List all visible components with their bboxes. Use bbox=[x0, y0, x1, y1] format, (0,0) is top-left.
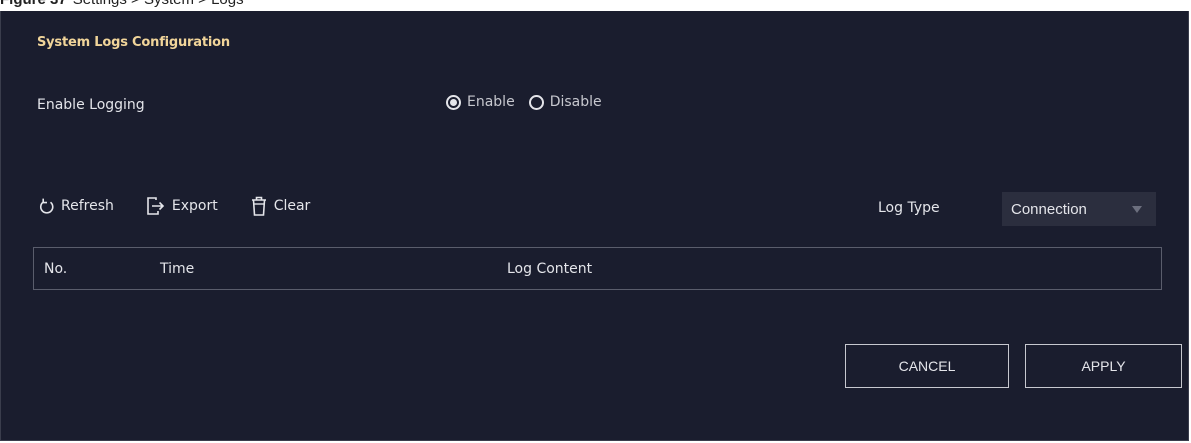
enable-radio-label[interactable]: Enable bbox=[467, 94, 515, 110]
column-header-time: Time bbox=[160, 261, 195, 277]
clear-button[interactable]: Clear bbox=[250, 196, 311, 216]
enable-radio[interactable] bbox=[446, 94, 461, 110]
clear-label: Clear bbox=[273, 198, 311, 214]
chevron-down-icon bbox=[1132, 206, 1142, 213]
system-logs-panel: System Logs Configuration Enable Logging… bbox=[0, 11, 1189, 441]
log-type-label: Log Type bbox=[878, 200, 940, 216]
disable-radio[interactable] bbox=[528, 94, 544, 110]
figure-caption: Figure 37 Settings > System > Logs bbox=[0, 0, 244, 11]
log-toolbar: Refresh Export Clear bbox=[39, 196, 342, 216]
column-header-no: No. bbox=[44, 261, 68, 277]
trash-icon bbox=[250, 196, 268, 216]
figure-caption-label: Figure 37 bbox=[0, 0, 67, 8]
export-label: Export bbox=[171, 198, 218, 214]
refresh-label: Refresh bbox=[61, 198, 114, 214]
cancel-button[interactable]: CANCEL bbox=[845, 344, 1009, 388]
refresh-icon bbox=[39, 197, 55, 215]
column-header-log-content: Log Content bbox=[507, 261, 593, 277]
log-table-header: No. Time Log Content bbox=[33, 247, 1162, 290]
apply-button[interactable]: APPLY bbox=[1025, 344, 1182, 388]
export-button[interactable]: Export bbox=[146, 197, 218, 215]
figure-caption-text: Settings > System > Logs bbox=[73, 0, 244, 8]
export-icon bbox=[146, 197, 166, 215]
log-type-select[interactable]: Connection bbox=[1002, 192, 1156, 226]
enable-logging-label: Enable Logging bbox=[37, 97, 145, 113]
disable-radio-label[interactable]: Disable bbox=[550, 94, 602, 110]
panel-title: System Logs Configuration bbox=[37, 35, 230, 50]
refresh-button[interactable]: Refresh bbox=[39, 197, 114, 215]
log-type-selected-value: Connection bbox=[1011, 200, 1087, 218]
enable-logging-radio-group: Enable Disable bbox=[446, 94, 610, 110]
